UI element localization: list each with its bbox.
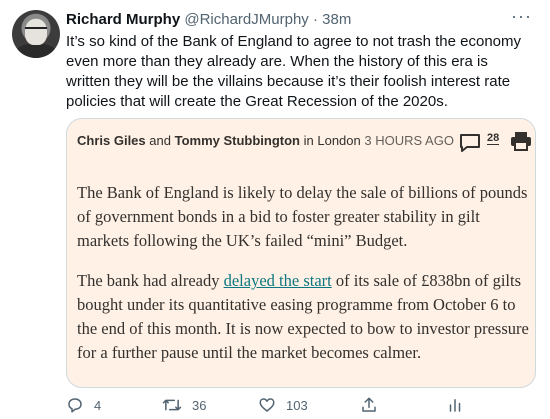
like-button[interactable]: 103 xyxy=(258,396,308,414)
tweet-actions-bar: 4 36 103 xyxy=(66,396,536,416)
comment-count: 28 xyxy=(487,132,500,145)
byline-and: and xyxy=(149,133,171,148)
author-name[interactable]: Richard Murphy xyxy=(66,11,180,28)
article-paragraph-1: The Bank of England is likely to delay t… xyxy=(77,183,528,250)
share-button[interactable] xyxy=(360,396,378,414)
heart-icon xyxy=(259,398,275,412)
byline-author-1: Chris Giles xyxy=(77,133,146,148)
article-body: The Bank of England is likely to delay t… xyxy=(77,181,529,381)
tweet-time[interactable]: 38m xyxy=(322,11,351,28)
separator-dot: · xyxy=(312,11,318,28)
retweet-count: 36 xyxy=(192,397,207,413)
article-byline: Chris Giles and Tommy Stubbington in Lon… xyxy=(77,133,454,148)
tweet-header: Richard Murphy @RichardJMurphy · 38m xyxy=(66,10,351,30)
analytics-button[interactable] xyxy=(446,396,464,414)
article-paragraph-2: The bank had already delayed the start o… xyxy=(77,269,529,365)
retweet-button[interactable]: 36 xyxy=(162,396,206,414)
comment-bubble-icon xyxy=(460,134,480,152)
avatar-glasses xyxy=(25,27,47,35)
reply-button[interactable]: 4 xyxy=(66,396,101,414)
paragraph-2-before-link: The bank had already xyxy=(77,271,224,290)
author-handle[interactable]: @RichardJMurphy xyxy=(184,11,308,28)
like-count: 103 xyxy=(286,397,308,413)
retweet-icon xyxy=(162,399,182,411)
article-screenshot-card[interactable]: Chris Giles and Tommy Stubbington in Lon… xyxy=(66,118,536,388)
avatar-shirt xyxy=(16,44,56,58)
byline-location: in London xyxy=(303,133,361,148)
byline-author-2: Tommy Stubbington xyxy=(174,133,300,148)
share-icon xyxy=(362,397,376,412)
more-options-icon[interactable]: ··· xyxy=(511,6,532,27)
reply-icon xyxy=(68,398,82,413)
tweet-text: It’s so kind of the Bank of England to a… xyxy=(66,33,522,110)
analytics-icon xyxy=(449,399,461,412)
byline-time: 3 HOURS AGO xyxy=(364,133,454,148)
reply-count: 4 xyxy=(94,397,102,413)
avatar[interactable] xyxy=(12,10,60,58)
printer-icon xyxy=(511,132,531,151)
delayed-start-link[interactable]: delayed the start xyxy=(224,271,332,290)
